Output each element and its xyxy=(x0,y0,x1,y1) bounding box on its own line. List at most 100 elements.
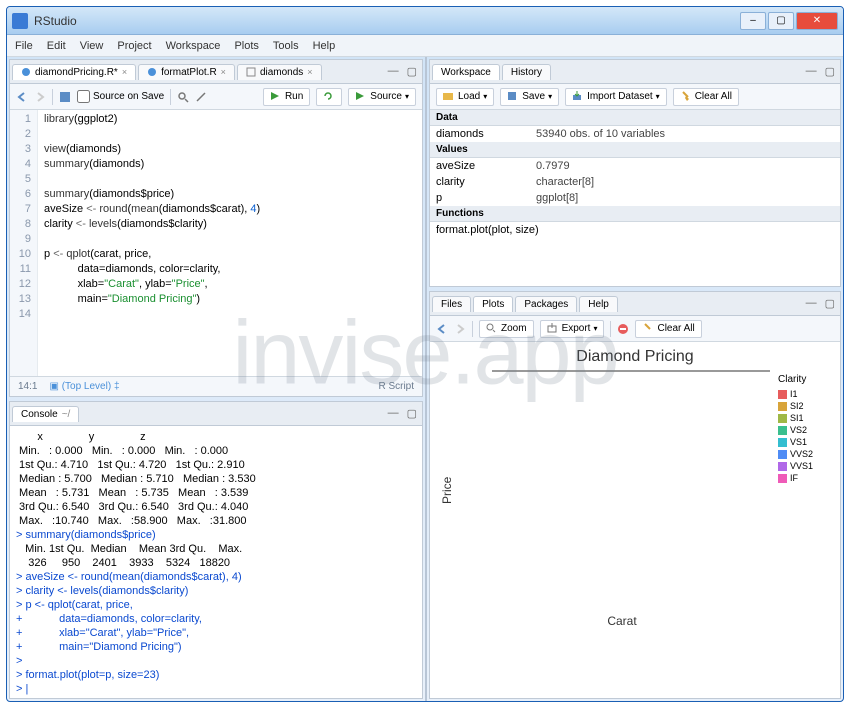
run-button[interactable]: Run xyxy=(263,88,310,106)
env-row[interactable]: diamonds53940 obs. of 10 variables xyxy=(430,126,840,142)
env-row[interactable]: claritycharacter[8] xyxy=(430,174,840,190)
console-tabs: Console ~/ — ▢ xyxy=(10,402,422,426)
menu-help[interactable]: Help xyxy=(313,40,336,52)
tab-diamonds-data[interactable]: diamonds × xyxy=(237,64,322,80)
left-column: diamondPricing.R* × formatPlot.R × diamo… xyxy=(7,57,427,701)
tab-label: History xyxy=(511,67,542,78)
run-icon xyxy=(270,91,282,103)
env-section-header: Functions xyxy=(430,206,840,222)
tab-close-icon[interactable]: × xyxy=(307,67,312,77)
load-button[interactable]: Load▾ xyxy=(436,88,494,106)
maximize-pane-icon[interactable]: ▢ xyxy=(404,65,420,78)
export-button[interactable]: Export▾ xyxy=(540,320,605,338)
tab-help[interactable]: Help xyxy=(579,296,618,312)
plot-legend: Clarity I1SI2SI1VS2VS1VVS2VVS1IF xyxy=(774,370,834,610)
code-editor[interactable]: 1234567891011121314 library(ggplot2) vie… xyxy=(10,110,422,376)
legend-item: SI1 xyxy=(778,413,830,423)
folder-icon xyxy=(443,91,455,103)
tab-files[interactable]: Files xyxy=(432,296,471,312)
separator xyxy=(170,89,171,105)
tab-label: Help xyxy=(588,299,609,310)
env-section-header: Values xyxy=(430,142,840,158)
menu-workspace[interactable]: Workspace xyxy=(166,40,221,52)
source-on-save-checkbox[interactable]: Source on Save xyxy=(77,90,164,103)
pane-controls: — ▢ xyxy=(803,297,838,310)
menu-plots[interactable]: Plots xyxy=(234,40,258,52)
tab-close-icon[interactable]: × xyxy=(122,67,127,77)
table-icon xyxy=(246,67,256,77)
env-row[interactable]: pggplot[8] xyxy=(430,190,840,206)
forward-icon[interactable] xyxy=(34,91,46,103)
maximize-pane-icon[interactable]: ▢ xyxy=(822,65,838,78)
window-title: RStudio xyxy=(34,14,740,28)
code-content[interactable]: library(ggplot2) view(diamonds)summary(d… xyxy=(38,110,422,376)
tab-close-icon[interactable]: × xyxy=(221,67,226,77)
x-axis-label: Carat xyxy=(470,614,774,628)
plots-pane: Files Plots Packages Help — ▢ Zoom Expor… xyxy=(429,291,841,699)
plots-toolbar: Zoom Export▾ Clear All xyxy=(430,316,840,342)
tab-diamondpricing[interactable]: diamondPricing.R* × xyxy=(12,64,136,80)
source-tabs: diamondPricing.R* × formatPlot.R × diamo… xyxy=(10,60,422,84)
plots-tabs: Files Plots Packages Help — ▢ xyxy=(430,292,840,316)
tab-plots[interactable]: Plots xyxy=(473,296,513,312)
env-row[interactable]: aveSize0.7979 xyxy=(430,158,840,174)
find-icon[interactable] xyxy=(177,91,189,103)
tab-workspace[interactable]: Workspace xyxy=(432,64,500,80)
dropdown-icon: ▾ xyxy=(483,92,487,101)
save-button[interactable]: Save▾ xyxy=(500,88,559,106)
y-axis-label: Price xyxy=(436,370,458,610)
menu-view[interactable]: View xyxy=(80,40,104,52)
line-gutter: 1234567891011121314 xyxy=(10,110,38,376)
legend-item: VVS1 xyxy=(778,461,830,471)
maximize-button[interactable]: ▢ xyxy=(768,12,794,30)
env-section-header: Data xyxy=(430,110,840,126)
maximize-pane-icon[interactable]: ▢ xyxy=(404,407,420,420)
save-icon[interactable] xyxy=(59,91,71,103)
source-pane: diamondPricing.R* × formatPlot.R × diamo… xyxy=(9,59,423,397)
minimize-pane-icon[interactable]: — xyxy=(385,407,402,420)
close-button[interactable]: ✕ xyxy=(796,12,838,30)
prev-plot-icon[interactable] xyxy=(436,323,448,335)
remove-plot-icon[interactable] xyxy=(617,323,629,335)
menu-file[interactable]: File xyxy=(15,40,33,52)
minimize-pane-icon[interactable]: — xyxy=(803,65,820,78)
legend-item: VS1 xyxy=(778,437,830,447)
tab-formatplot[interactable]: formatPlot.R × xyxy=(138,64,235,80)
separator xyxy=(52,89,53,105)
tab-label: diamondPricing.R* xyxy=(35,67,118,78)
env-row[interactable]: format.plot(plot, size) xyxy=(430,222,840,238)
minimize-pane-icon[interactable]: — xyxy=(803,297,820,310)
plot-body: Price 5000 10000 15000 1 2 3 xyxy=(436,370,834,610)
scope-indicator[interactable]: ▣ (Top Level) ‡ xyxy=(49,381,119,392)
maximize-pane-icon[interactable]: ▢ xyxy=(822,297,838,310)
tab-packages[interactable]: Packages xyxy=(515,296,577,312)
separator xyxy=(472,321,473,337)
minimize-pane-icon[interactable]: — xyxy=(385,65,402,78)
next-plot-icon[interactable] xyxy=(454,323,466,335)
source-on-save-input[interactable] xyxy=(77,90,90,103)
tab-console[interactable]: Console ~/ xyxy=(12,406,79,422)
rerun-button[interactable] xyxy=(316,88,342,106)
minimize-button[interactable]: – xyxy=(740,12,766,30)
tab-label: diamonds xyxy=(260,67,303,78)
import-icon xyxy=(572,91,584,103)
tab-history[interactable]: History xyxy=(502,64,551,80)
legend-item: I1 xyxy=(778,389,830,399)
clear-plots-button[interactable]: Clear All xyxy=(635,320,701,338)
console-pane: Console ~/ — ▢ x y z Min. : 0.000 Min. :… xyxy=(9,401,423,699)
zoom-button[interactable]: Zoom xyxy=(479,320,534,338)
cursor-position: 14:1 xyxy=(18,381,37,392)
clear-all-button[interactable]: Clear All xyxy=(673,88,739,106)
source-statusbar: 14:1 ▣ (Top Level) ‡ R Script xyxy=(10,376,422,396)
console-output[interactable]: x y z Min. : 0.000 Min. : 0.000 Min. : 0… xyxy=(10,426,422,698)
r-file-icon xyxy=(147,67,157,77)
menu-edit[interactable]: Edit xyxy=(47,40,66,52)
separator xyxy=(610,321,611,337)
source-button[interactable]: Source▾ xyxy=(348,88,416,106)
menu-tools[interactable]: Tools xyxy=(273,40,299,52)
import-dataset-button[interactable]: Import Dataset▾ xyxy=(565,88,667,106)
menu-project[interactable]: Project xyxy=(117,40,151,52)
wand-icon[interactable] xyxy=(195,91,207,103)
back-icon[interactable] xyxy=(16,91,28,103)
tab-label: Plots xyxy=(482,299,504,310)
